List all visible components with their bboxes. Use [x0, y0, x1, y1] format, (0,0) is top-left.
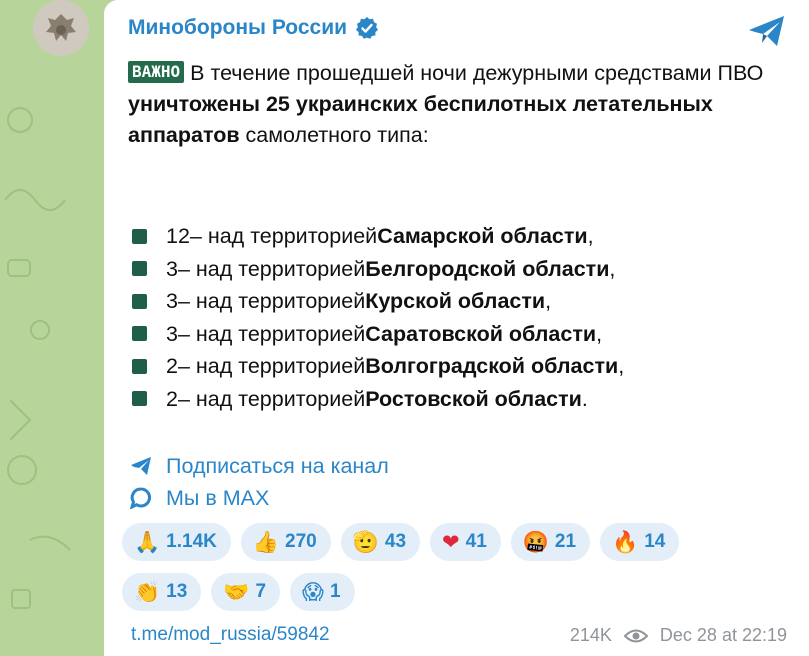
region-list: 12 – над территорией Самарской области, …	[132, 220, 624, 415]
max-link[interactable]: Мы в MAX	[130, 482, 389, 514]
subscribe-label[interactable]: Подписаться на канал	[166, 450, 389, 482]
list-item: 2 – над территорией Волгоградской област…	[132, 350, 624, 383]
item-text: – над территорией	[177, 354, 366, 378]
reaction-thumbs-up-button[interactable]: 👍 270	[240, 523, 331, 561]
reaction-count: 43	[384, 531, 407, 552]
clapping-hands-icon: 👏	[134, 579, 161, 604]
max-label[interactable]: Мы в MAX	[166, 482, 269, 514]
reactions-row: 👏 13 🤝 7 😱 1	[122, 573, 782, 611]
item-text: – над территорией	[189, 224, 378, 248]
reaction-angry-button[interactable]: 🤬 21	[510, 523, 591, 561]
reaction-count: 270	[285, 531, 317, 552]
reaction-count: 14	[644, 531, 666, 552]
reactions: 🙏 1.14K 👍 270 🫡 43 ❤ 41 🤬 21 🔥 14 👏 13 🤝…	[122, 523, 782, 623]
screaming-face-icon: 😱	[302, 579, 324, 604]
item-count: 2	[166, 354, 178, 378]
item-punct: ,	[609, 256, 616, 281]
reaction-count: 21	[554, 531, 577, 552]
item-region: Саратовской области	[365, 321, 597, 346]
post-links: Подписаться на канал Мы в MAX	[130, 450, 389, 514]
background-pattern	[4, 107, 71, 609]
post-link[interactable]: t.me/mod_russia/59842	[131, 624, 330, 646]
channel-title[interactable]: Минобороны России	[128, 16, 379, 40]
chat-bubble-icon	[130, 487, 151, 509]
item-region: Ростовской области	[365, 386, 582, 411]
bullet-square-icon	[132, 391, 147, 407]
item-punct: .	[581, 386, 588, 411]
heart-icon: ❤	[442, 529, 460, 554]
item-punct: ,	[545, 289, 552, 313]
bullet-square-icon	[132, 261, 147, 277]
list-item: 2 – над территорией Ростовской области.	[132, 383, 624, 416]
verified-icon	[356, 17, 379, 39]
reaction-count: 1	[329, 581, 341, 602]
bullet-square-icon	[132, 293, 147, 309]
post-timestamp: Dec 28 at 22:19	[659, 625, 787, 645]
reaction-salute-button[interactable]: 🫡 43	[340, 523, 421, 561]
reaction-pray-button[interactable]: 🙏 1.14K	[122, 523, 231, 561]
reaction-clap-button[interactable]: 👏 13	[122, 573, 202, 611]
salute-icon: 🫡	[352, 529, 379, 554]
pray-icon: 🙏	[134, 529, 161, 554]
post-text: ВАЖНО В течение прошедшей ночи дежурными…	[128, 58, 768, 151]
intro-text: В течение прошедшей ночи дежурными средс…	[184, 61, 764, 85]
fire-icon: 🔥	[612, 529, 639, 554]
reaction-scream-button[interactable]: 😱 1	[290, 573, 355, 611]
item-region: Курской области	[365, 289, 546, 313]
angry-face-icon: 🤬	[522, 529, 549, 554]
list-item: 3 – над территорией Белгородской области…	[132, 253, 624, 286]
item-text: – над территорией	[177, 289, 366, 313]
item-count: 3	[166, 321, 178, 346]
paper-plane-icon	[131, 457, 151, 475]
subscribe-link[interactable]: Подписаться на канал	[130, 450, 389, 482]
item-count: 2	[166, 386, 178, 411]
reaction-count: 13	[166, 581, 188, 602]
emblem-icon	[33, 0, 89, 56]
item-text: – над территорией	[177, 321, 366, 346]
item-region: Белгородской области	[365, 256, 610, 281]
reaction-count: 41	[465, 531, 487, 552]
reactions-row: 🙏 1.14K 👍 270 🫡 43 ❤ 41 🤬 21 🔥 14	[122, 523, 782, 561]
eye-icon	[623, 629, 648, 642]
reaction-fire-button[interactable]: 🔥 14	[600, 523, 680, 561]
view-count: 214K	[569, 625, 612, 645]
important-badge: ВАЖНО	[128, 61, 185, 83]
bullet-square-icon	[132, 358, 147, 374]
item-text: – над территорией	[177, 386, 366, 411]
thumbs-up-icon: 👍	[252, 529, 280, 554]
list-item: 3 – над территорией Саратовской области,	[132, 318, 624, 351]
intro-text-end: самолетного типа:	[239, 123, 429, 147]
reaction-count: 1.14K	[166, 531, 217, 552]
reaction-heart-button[interactable]: ❤ 41	[430, 523, 501, 561]
bullet-square-icon	[132, 326, 147, 342]
item-count: 3	[166, 289, 178, 313]
list-item: 3 – над территорией Курской области,	[132, 285, 624, 318]
message-bubble: Минобороны России ВАЖНО В течение прошед…	[104, 0, 809, 656]
item-punct: ,	[618, 354, 625, 378]
channel-name[interactable]: Минобороны России	[128, 16, 347, 40]
post-meta: 214K Dec 28 at 22:19	[570, 625, 787, 646]
share-icon[interactable]	[747, 14, 787, 48]
item-region: Самарской области	[377, 224, 588, 248]
bullet-square-icon	[132, 228, 147, 244]
item-punct: ,	[587, 224, 594, 248]
reaction-handshake-button[interactable]: 🤝 7	[211, 573, 281, 611]
item-region: Волгоградской области	[365, 354, 619, 378]
list-item: 12 – над территорией Самарской области,	[132, 220, 624, 253]
reaction-count: 7	[255, 581, 267, 602]
handshake-icon: 🤝	[223, 579, 250, 604]
item-text: – над территорией	[177, 256, 366, 281]
channel-avatar[interactable]	[33, 0, 89, 56]
item-count: 12	[166, 224, 190, 248]
item-punct: ,	[596, 321, 603, 346]
item-count: 3	[166, 256, 178, 281]
